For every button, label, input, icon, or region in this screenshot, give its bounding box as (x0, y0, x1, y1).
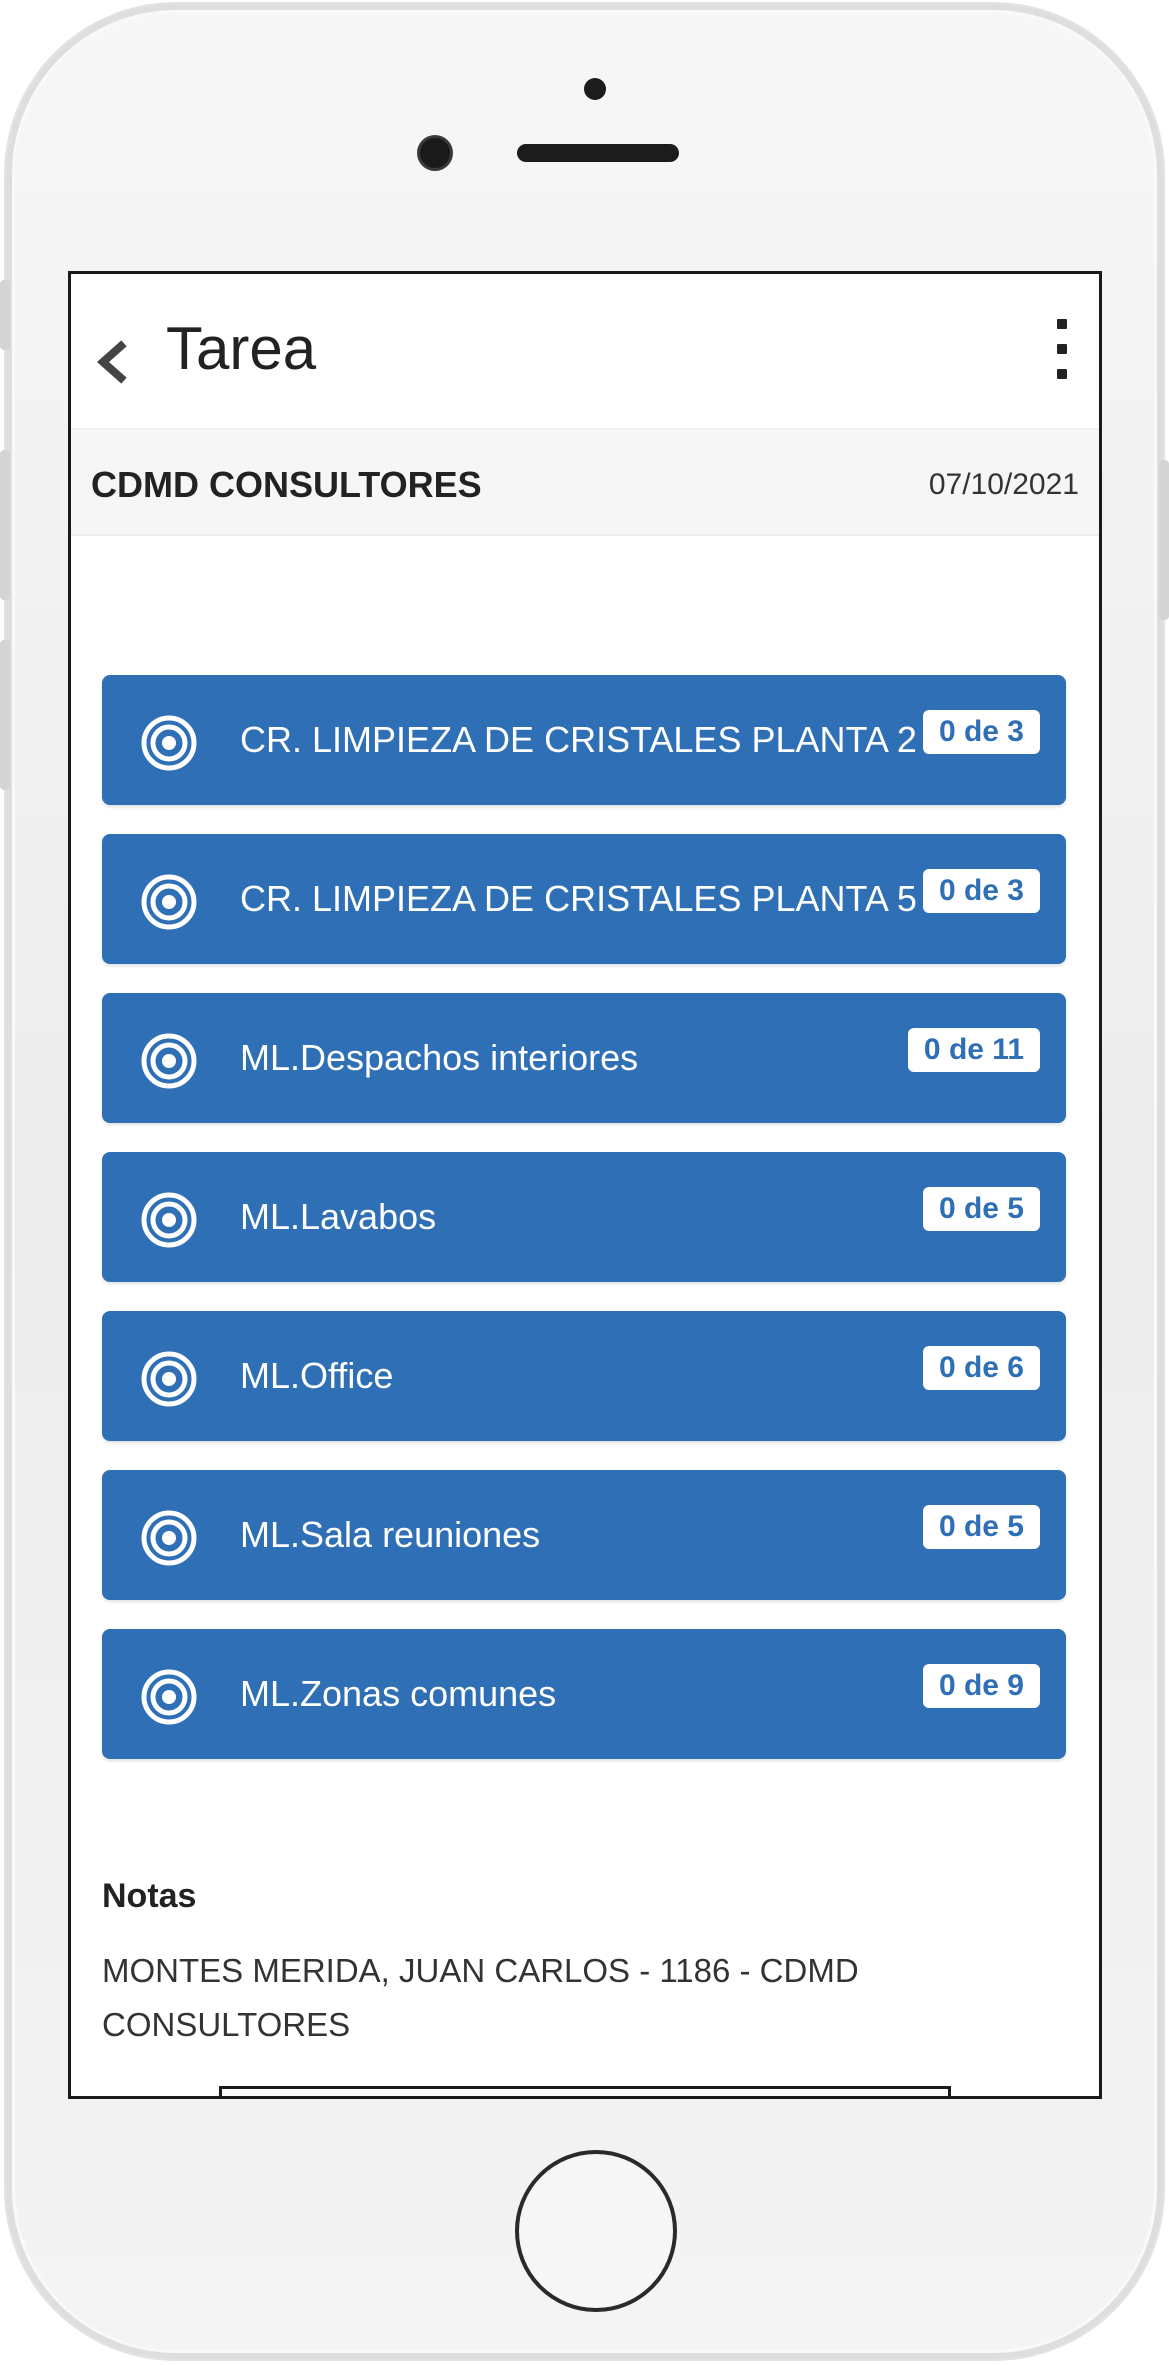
task-item[interactable]: CR. LIMPIEZA DE CRISTALES PLANTA 2 0 de … (102, 675, 1066, 805)
earpiece-speaker (517, 144, 679, 162)
task-item[interactable]: ML.Zonas comunes 0 de 9 (102, 1629, 1066, 1759)
task-progress-badge: 0 de 3 (922, 869, 1040, 913)
target-icon (140, 1032, 198, 1090)
task-item[interactable]: ML.Lavabos 0 de 5 (102, 1152, 1066, 1282)
power-button (1159, 460, 1169, 620)
target-icon (140, 1668, 198, 1726)
task-label: ML.Sala reuniones (240, 1514, 541, 1555)
task-label: CR. LIMPIEZA DE CRISTALES PLANTA 2 (240, 719, 917, 760)
task-list: CR. LIMPIEZA DE CRISTALES PLANTA 2 0 de … (102, 675, 1066, 1759)
company-bar: CDMD CONSULTORES 07/10/2021 (71, 430, 1099, 536)
task-label: ML.Lavabos (240, 1196, 437, 1237)
task-label: ML.Office (240, 1355, 394, 1396)
home-button[interactable] (515, 2150, 677, 2312)
task-progress-badge: 0 de 9 (922, 1664, 1040, 1708)
notes-title: Notas (102, 1877, 197, 1915)
task-item[interactable]: CR. LIMPIEZA DE CRISTALES PLANTA 5 0 de … (102, 834, 1066, 964)
page-title: Tarea (166, 315, 317, 382)
front-camera (417, 135, 453, 171)
company-name: CDMD CONSULTORES (91, 464, 482, 505)
task-progress-badge: 0 de 3 (922, 710, 1040, 754)
target-icon (140, 714, 198, 772)
sensor-dot (584, 78, 606, 100)
task-label: CR. LIMPIEZA DE CRISTALES PLANTA 5 (240, 878, 917, 919)
notes-section: Notas MONTES MERIDA, JUAN CARLOS - 1186 … (102, 1877, 1062, 2052)
target-icon (140, 1350, 198, 1408)
task-progress-badge: 0 de 5 (922, 1187, 1040, 1231)
volume-up-button (0, 450, 10, 600)
task-progress-badge: 0 de 11 (907, 1028, 1040, 1072)
notes-text: MONTES MERIDA, JUAN CARLOS - 1186 - CDMD… (102, 1952, 859, 2043)
target-icon (140, 1191, 198, 1249)
task-item[interactable]: ML.Despachos interiores 0 de 11 (102, 993, 1066, 1123)
target-icon (140, 873, 198, 931)
task-item[interactable]: ML.Office 0 de 6 (102, 1311, 1066, 1441)
task-item[interactable]: ML.Sala reuniones 0 de 5 (102, 1470, 1066, 1600)
task-label: ML.Despachos interiores (240, 1037, 639, 1078)
target-icon (140, 1509, 198, 1567)
task-progress-badge: 0 de 6 (922, 1346, 1040, 1390)
notes-input-field[interactable] (219, 2086, 951, 2096)
app-header: Tarea (71, 274, 1099, 430)
volume-down-button (0, 640, 10, 790)
more-vertical-icon[interactable] (1055, 319, 1069, 379)
chevron-left-icon[interactable] (93, 336, 133, 386)
mute-switch (0, 280, 10, 350)
task-progress-badge: 0 de 5 (922, 1505, 1040, 1549)
task-label: ML.Zonas comunes (240, 1673, 557, 1714)
task-date: 07/10/2021 (928, 468, 1079, 501)
app-screen: Tarea CDMD CONSULTORES 07/10/2021 CR. LI… (68, 271, 1102, 2099)
